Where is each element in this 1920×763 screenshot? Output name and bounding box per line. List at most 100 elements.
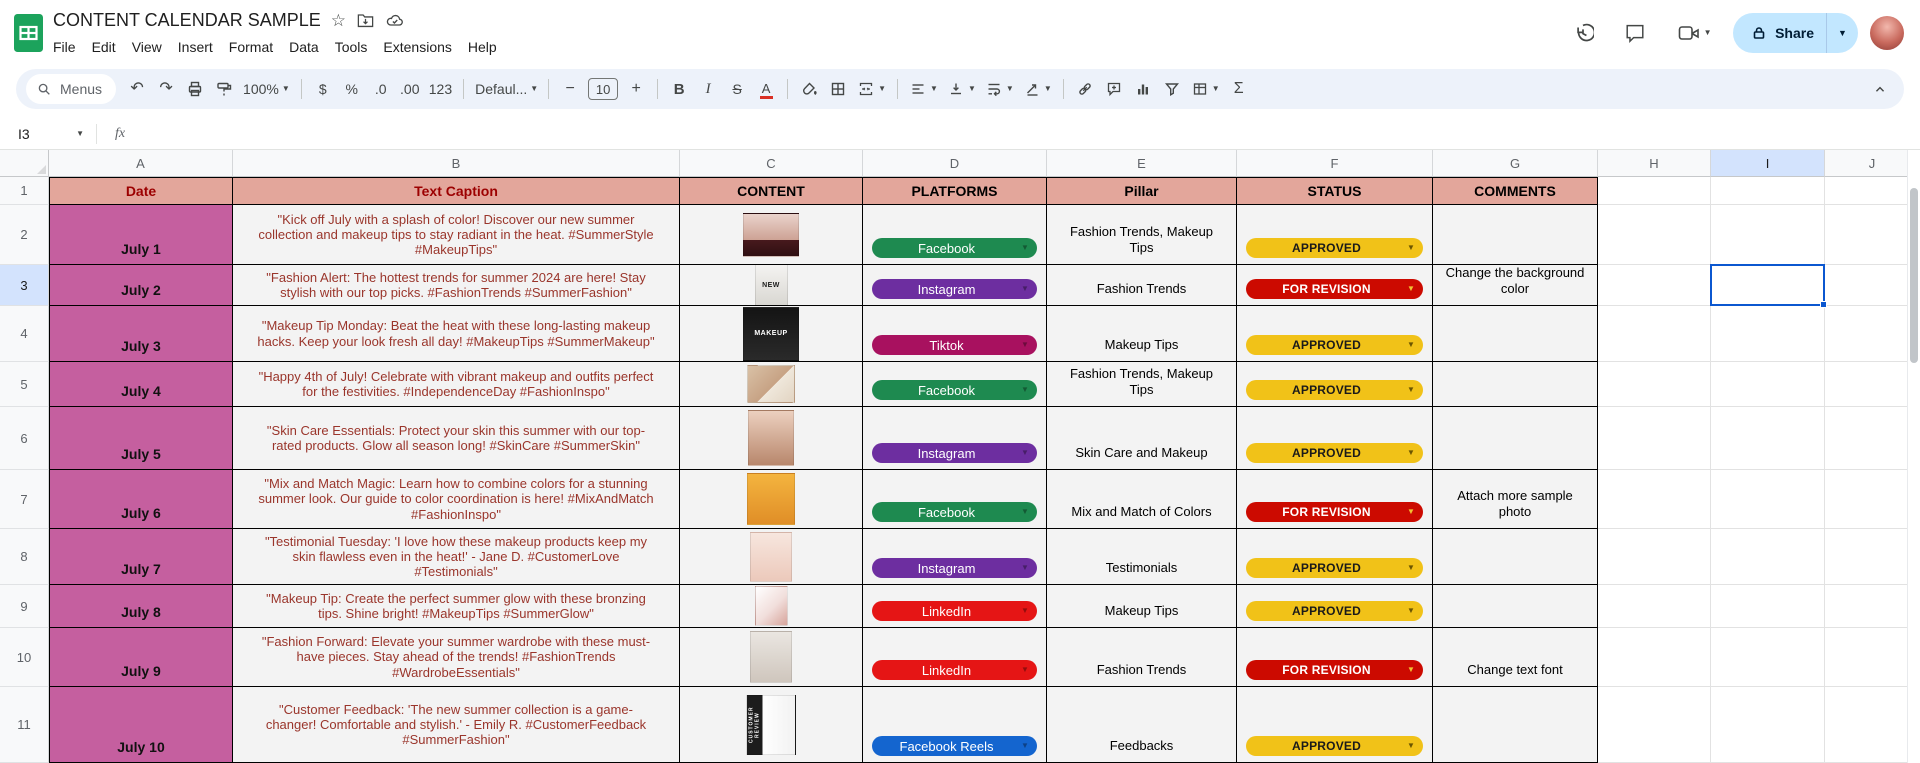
cell-platform-9[interactable]: LinkedIn ▼ — [863, 585, 1047, 628]
cell-H9[interactable] — [1598, 585, 1711, 628]
platform-chip[interactable]: Instagram ▼ — [872, 558, 1037, 578]
cell-caption-10[interactable]: "Fashion Forward: Elevate your summer wa… — [233, 628, 680, 687]
star-icon[interactable]: ☆ — [331, 12, 346, 29]
platform-chip[interactable]: Facebook ▼ — [872, 502, 1037, 522]
font-size-input[interactable]: 10 — [588, 78, 619, 100]
cell-caption-8[interactable]: "Testimonial Tuesday: 'I love how these … — [233, 529, 680, 585]
column-header-H[interactable]: H — [1598, 150, 1711, 177]
cell-caption-6[interactable]: "Skin Care Essentials: Protect your skin… — [233, 407, 680, 470]
row-header-4[interactable]: 4 — [0, 306, 49, 362]
cell-I11[interactable] — [1711, 687, 1825, 763]
cell-J3[interactable] — [1825, 265, 1920, 306]
platform-chip[interactable]: Facebook Reels ▼ — [872, 736, 1037, 756]
cell-content-4[interactable]: MAKEUP — [680, 306, 863, 362]
move-folder-icon[interactable] — [356, 11, 375, 30]
cell-platform-3[interactable]: Instagram ▼ — [863, 265, 1047, 306]
cell-date-9[interactable]: July 8 — [49, 585, 233, 628]
row-header-2[interactable]: 2 — [0, 205, 49, 265]
cell-status-4[interactable]: APPROVED ▼ — [1237, 306, 1433, 362]
italic-button[interactable]: I — [694, 75, 722, 103]
status-chip[interactable]: APPROVED ▼ — [1246, 736, 1423, 756]
text-color-button[interactable]: A — [752, 75, 780, 103]
status-chip[interactable]: APPROVED ▼ — [1246, 238, 1423, 258]
paint-format-button[interactable] — [210, 75, 238, 103]
cell-date-4[interactable]: July 3 — [49, 306, 233, 362]
insert-comment-button[interactable] — [1100, 75, 1128, 103]
cell-status-10[interactable]: FOR REVISION ▼ — [1237, 628, 1433, 687]
cell-status-6[interactable]: APPROVED ▼ — [1237, 407, 1433, 470]
share-button[interactable]: Share ▼ — [1733, 13, 1858, 53]
strikethrough-button[interactable]: S — [723, 75, 751, 103]
increase-font-size-button[interactable]: + — [622, 75, 650, 103]
header-cell-content[interactable]: CONTENT — [680, 177, 863, 205]
menu-file[interactable]: File — [45, 37, 84, 57]
content-thumbnail[interactable]: MAKEUP — [743, 306, 799, 361]
cell-content-5[interactable] — [680, 362, 863, 407]
font-family-select[interactable]: Defaul... ▼ — [471, 75, 541, 103]
column-header-I[interactable]: I — [1711, 150, 1825, 177]
text-wrap-button[interactable]: ▼ — [981, 75, 1018, 103]
vertical-scrollbar[interactable] — [1907, 150, 1920, 763]
menu-help[interactable]: Help — [460, 37, 505, 57]
menus-search-button[interactable]: Menus — [26, 74, 117, 104]
insert-chart-button[interactable] — [1129, 75, 1157, 103]
cell-platform-10[interactable]: LinkedIn ▼ — [863, 628, 1047, 687]
status-chip[interactable]: APPROVED ▼ — [1246, 558, 1423, 578]
cell-J2[interactable] — [1825, 205, 1920, 265]
bold-button[interactable]: B — [665, 75, 693, 103]
cell-date-3[interactable]: July 2 — [49, 265, 233, 306]
cell-J8[interactable] — [1825, 529, 1920, 585]
cell-J4[interactable] — [1825, 306, 1920, 362]
cell-content-7[interactable] — [680, 470, 863, 529]
scrollbar-thumb[interactable] — [1910, 188, 1918, 363]
cell-pillar-4[interactable]: Makeup Tips — [1047, 306, 1237, 362]
cell-status-3[interactable]: FOR REVISION ▼ — [1237, 265, 1433, 306]
redo-button[interactable]: ↷ — [152, 75, 180, 103]
status-chip[interactable]: APPROVED ▼ — [1246, 443, 1423, 463]
cell-pillar-8[interactable]: Testimonials — [1047, 529, 1237, 585]
content-thumbnail[interactable] — [754, 586, 788, 626]
header-cell-date[interactable]: Date — [49, 177, 233, 205]
menu-insert[interactable]: Insert — [170, 37, 221, 57]
cell-I3[interactable] — [1711, 265, 1825, 306]
cell-H2[interactable] — [1598, 205, 1711, 265]
cell-H1[interactable] — [1598, 177, 1711, 205]
zoom-select[interactable]: 100% ▼ — [239, 75, 294, 103]
content-thumbnail[interactable] — [743, 212, 799, 257]
cell-platform-11[interactable]: Facebook Reels ▼ — [863, 687, 1047, 763]
cell-platform-4[interactable]: Tiktok ▼ — [863, 306, 1047, 362]
menu-data[interactable]: Data — [281, 37, 327, 57]
status-chip[interactable]: FOR REVISION ▼ — [1246, 279, 1423, 299]
content-thumbnail[interactable]: CUSTOMER REVIEW — [746, 694, 796, 755]
column-header-G[interactable]: G — [1433, 150, 1598, 177]
cell-J1[interactable] — [1825, 177, 1920, 205]
status-chip[interactable]: FOR REVISION ▼ — [1246, 660, 1423, 680]
cell-platform-5[interactable]: Facebook ▼ — [863, 362, 1047, 407]
cell-H3[interactable] — [1598, 265, 1711, 306]
status-chip[interactable]: APPROVED ▼ — [1246, 601, 1423, 621]
column-header-J[interactable]: J — [1825, 150, 1920, 177]
content-thumbnail[interactable]: NEW — [754, 265, 788, 305]
cell-I9[interactable] — [1711, 585, 1825, 628]
cell-I8[interactable] — [1711, 529, 1825, 585]
cell-J6[interactable] — [1825, 407, 1920, 470]
cell-I10[interactable] — [1711, 628, 1825, 687]
content-thumbnail[interactable] — [748, 410, 794, 466]
percent-format-button[interactable]: % — [338, 75, 366, 103]
cell-content-6[interactable] — [680, 407, 863, 470]
header-cell-comments[interactable]: COMMENTS — [1433, 177, 1598, 205]
cell-comment-7[interactable]: Attach more sample photo — [1433, 470, 1598, 529]
cell-date-7[interactable]: July 6 — [49, 470, 233, 529]
row-header-1[interactable]: 1 — [0, 177, 49, 205]
platform-chip[interactable]: Facebook ▼ — [872, 238, 1037, 258]
cell-H8[interactable] — [1598, 529, 1711, 585]
fill-color-button[interactable] — [795, 75, 823, 103]
cell-platform-6[interactable]: Instagram ▼ — [863, 407, 1047, 470]
increase-decimal-button[interactable]: .00 — [396, 75, 424, 103]
platform-chip[interactable]: Instagram ▼ — [872, 279, 1037, 299]
cell-H6[interactable] — [1598, 407, 1711, 470]
cell-pillar-11[interactable]: Feedbacks — [1047, 687, 1237, 763]
cell-I1[interactable] — [1711, 177, 1825, 205]
header-cell-status[interactable]: STATUS — [1237, 177, 1433, 205]
row-header-3[interactable]: 3 — [0, 265, 49, 306]
